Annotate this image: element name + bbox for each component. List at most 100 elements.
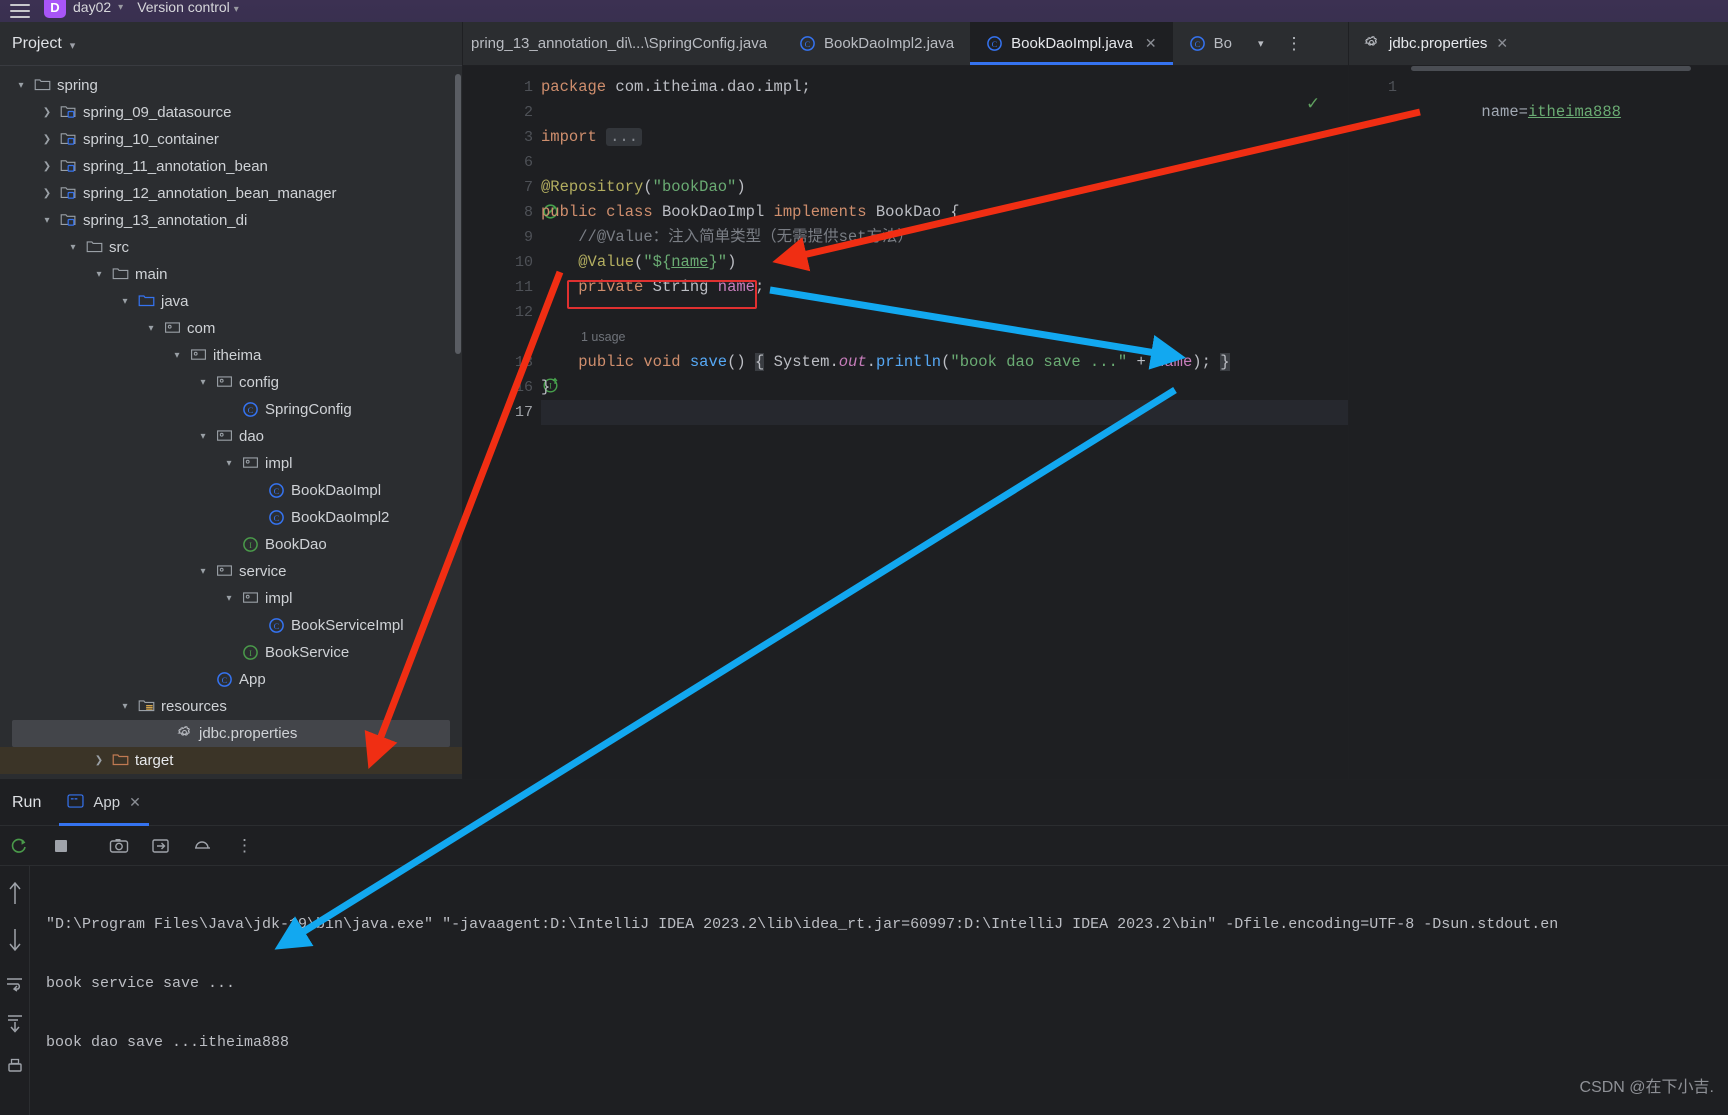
project-selector[interactable]: D day02 ▾	[44, 0, 123, 18]
print-icon[interactable]	[192, 835, 214, 857]
tree-node-label: com	[187, 320, 216, 337]
camera-icon[interactable]	[108, 835, 130, 857]
tree-node-src[interactable]: ▾ src	[0, 234, 462, 261]
usage-hint[interactable]: 1 usage	[541, 330, 625, 344]
folded-imports[interactable]: ...	[606, 128, 643, 146]
version-control-widget[interactable]: Version control ▾	[137, 0, 239, 15]
tree-node-bookdaoimpl2[interactable]: ❯CBookDaoImpl2	[0, 504, 462, 531]
more-vertical-icon[interactable]: ⋮	[234, 835, 256, 857]
tree-node-app[interactable]: ❯CApp	[0, 666, 462, 693]
chevron-down-icon[interactable]: ▾	[196, 566, 210, 577]
svg-text:C: C	[1194, 39, 1200, 49]
module-folder-icon	[60, 131, 77, 148]
tree-node-label: spring_13_annotation_di	[83, 212, 248, 229]
close-icon[interactable]: ✕	[1496, 35, 1508, 52]
project-file-tree[interactable]: ▾ spring ❯ spring_09_datasource ❯ spring_10_c…	[0, 66, 462, 774]
tree-node-bookdaoimpl[interactable]: ❯CBookDaoImpl	[0, 477, 462, 504]
tree-node-spring-11-annotation-bean[interactable]: ❯ spring_11_annotation_bean	[0, 153, 462, 180]
scroll-down-icon[interactable]	[6, 927, 24, 958]
tree-node-main[interactable]: ▾ main	[0, 261, 462, 288]
project-tree-scrollbar[interactable]	[455, 74, 461, 354]
chevron-down-icon[interactable]: ▾	[222, 593, 236, 604]
tree-node-spring-09-datasource[interactable]: ❯ spring_09_datasource	[0, 99, 462, 126]
scroll-to-end-icon[interactable]	[5, 1013, 25, 1040]
checkmark-ok-icon[interactable]: ✓	[1306, 94, 1320, 114]
console-line: "D:\Program Files\Java\jdk-19\bin\java.e…	[46, 916, 1559, 933]
console-output[interactable]: "D:\Program Files\Java\jdk-19\bin\java.e…	[30, 866, 1728, 1115]
tree-node-jdbc-properties[interactable]: ❯jdbc.properties	[12, 720, 450, 747]
tree-node-spring-12-annotation-bean-manager[interactable]: ❯ spring_12_annotation_bean_manager	[0, 180, 462, 207]
chevron-down-icon[interactable]: ▾	[118, 701, 132, 712]
package-icon	[242, 455, 259, 472]
tree-node-config[interactable]: ▾ config	[0, 369, 462, 396]
soft-wrap-icon[interactable]	[5, 974, 25, 997]
chevron-right-icon[interactable]: ❯	[40, 107, 54, 118]
chevron-down-icon[interactable]: ▾	[14, 80, 28, 91]
tree-node-service[interactable]: ▾ service	[0, 558, 462, 585]
rerun-icon[interactable]	[8, 835, 30, 857]
run-tab-app[interactable]: App ✕	[59, 780, 150, 826]
chevron-down-icon[interactable]: ▾	[66, 242, 80, 253]
chevron-down-icon[interactable]: ▾	[92, 269, 106, 280]
java-class-icon: C	[268, 617, 285, 634]
tree-node-springconfig[interactable]: ❯CSpringConfig	[0, 396, 462, 423]
tree-node-target[interactable]: ❯ target	[0, 747, 462, 774]
close-icon[interactable]: ✕	[1145, 35, 1157, 52]
editor-tab-bookdaoimpl[interactable]: C BookDaoImpl.java ✕	[970, 22, 1174, 65]
tree-node-bookservice[interactable]: ❯IBookService	[0, 639, 462, 666]
close-icon[interactable]: ✕	[129, 794, 141, 811]
tree-node-impl[interactable]: ▾ impl	[0, 450, 462, 477]
chevron-down-icon[interactable]: ▾	[196, 377, 210, 388]
right-code-editor[interactable]: 1 name=itheima888	[1349, 66, 1728, 150]
editor-gutter[interactable]: 1 2 3 6 7 8 9 10 11 12 13 I 16 17	[463, 66, 558, 779]
tree-node-dao[interactable]: ▾ dao	[0, 423, 462, 450]
editor-tab-bookdaoimpl2[interactable]: C BookDaoImpl2.java	[783, 22, 970, 65]
console-line: book dao save ...itheima888	[46, 1034, 290, 1051]
more-vertical-icon[interactable]: ⋮	[1273, 22, 1315, 65]
chevron-down-icon[interactable]: ▾	[70, 39, 76, 52]
right-editor-hscrollbar[interactable]	[1411, 66, 1691, 71]
chevron-down-icon[interactable]: ▾	[170, 350, 184, 361]
tree-node-itheima[interactable]: ▾ itheima	[0, 342, 462, 369]
svg-text:C: C	[274, 486, 280, 496]
project-name: day02	[73, 0, 112, 15]
tree-node-label: App	[239, 671, 266, 688]
tree-node-spring-13-annotation-di[interactable]: ▾ spring_13_annotation_di	[0, 207, 462, 234]
chevron-down-icon[interactable]: ▾	[118, 296, 132, 307]
tree-node-spring-10-container[interactable]: ❯ spring_10_container	[0, 126, 462, 153]
chevron-right-icon[interactable]: ❯	[92, 755, 106, 766]
chevron-right-icon[interactable]: ❯	[40, 134, 54, 145]
run-toolbar: ⋮	[0, 826, 1728, 866]
right-editor-tab-bar: jdbc.properties ✕	[1349, 22, 1728, 66]
tree-node-impl[interactable]: ▾ impl	[0, 585, 462, 612]
editor-tab-truncated[interactable]: C Bo	[1173, 22, 1248, 65]
chevron-down-icon[interactable]: ▾	[40, 215, 54, 226]
line-number: 1	[523, 79, 533, 96]
tree-node-bookserviceimpl[interactable]: ❯CBookServiceImpl	[0, 612, 462, 639]
chevron-down-icon[interactable]: ▾	[1248, 22, 1274, 65]
chevron-down-icon[interactable]: ▾	[196, 431, 210, 442]
hamburger-menu-icon[interactable]	[10, 4, 30, 18]
editor-tab-springconfig[interactable]: pring_13_annotation_di\...\SpringConfig.…	[463, 22, 783, 65]
module-folder-icon	[60, 185, 77, 202]
module-folder-icon	[60, 212, 77, 229]
print-icon[interactable]	[5, 1056, 25, 1081]
chevron-down-icon[interactable]: ▾	[222, 458, 236, 469]
package-icon	[216, 563, 233, 580]
tree-node-resources[interactable]: ▾ resources	[0, 693, 462, 720]
tree-node-com[interactable]: ▾ com	[0, 315, 462, 342]
stop-icon[interactable]	[50, 835, 72, 857]
tree-node-bookdao[interactable]: ❯IBookDao	[0, 531, 462, 558]
editor-tab-label: BookDaoImpl.java	[1011, 35, 1133, 52]
run-panel-title: Run	[12, 793, 42, 811]
chevron-down-icon[interactable]: ▾	[144, 323, 158, 334]
export-icon[interactable]	[150, 835, 172, 857]
tree-node-label: spring_09_datasource	[83, 104, 232, 121]
tree-node-java[interactable]: ▾ java	[0, 288, 462, 315]
scroll-up-icon[interactable]	[6, 880, 24, 911]
right-code-line[interactable]: name=itheima888	[1407, 75, 1621, 150]
chevron-right-icon[interactable]: ❯	[40, 161, 54, 172]
chevron-right-icon[interactable]: ❯	[40, 188, 54, 199]
tree-node-spring[interactable]: ▾ spring	[0, 72, 462, 99]
